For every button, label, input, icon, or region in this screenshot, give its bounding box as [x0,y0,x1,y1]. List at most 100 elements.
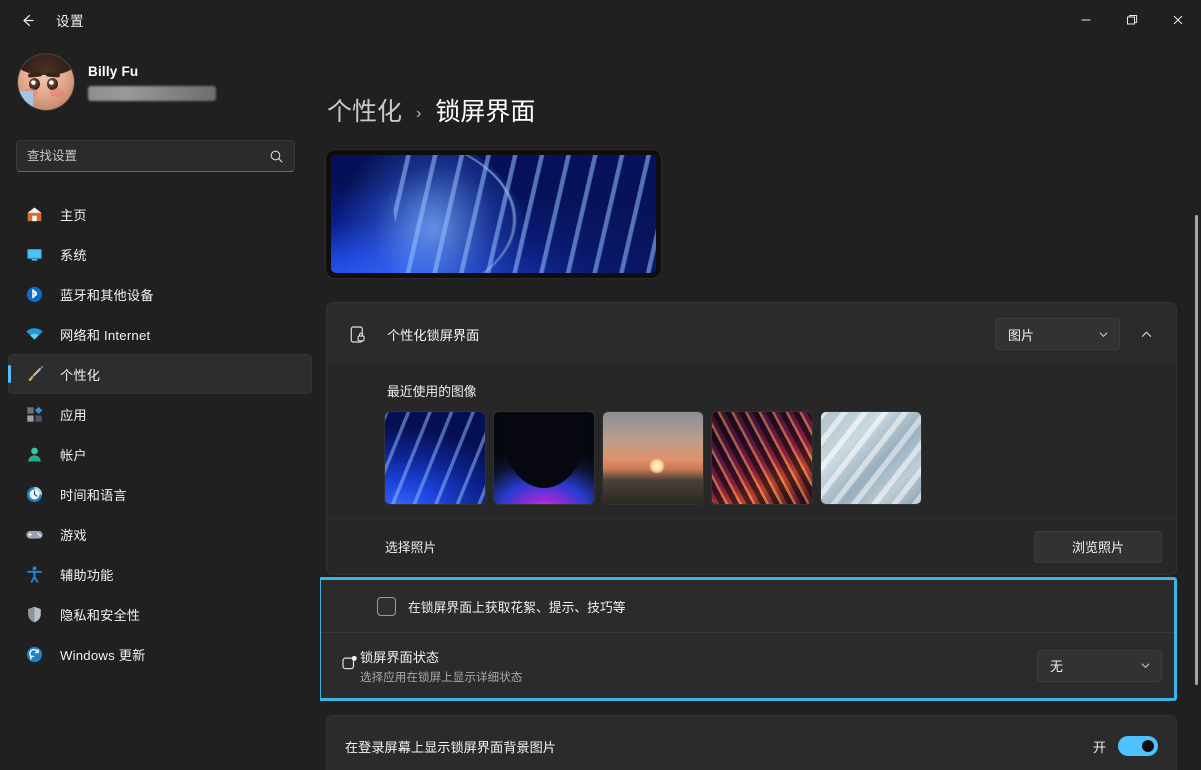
lockscreen-source-dropdown[interactable]: 图片 [995,318,1120,350]
close-icon [1173,15,1183,25]
paintbrush-icon [24,364,44,384]
window-title: 设置 [56,14,84,29]
choose-photo-row: 选择照片 浏览照片 [327,518,1176,574]
home-icon [24,204,44,224]
sunset-landscape-wallpaper[interactable] [603,412,703,504]
search-icon [269,149,284,164]
close-button[interactable] [1155,0,1201,40]
recent-images-list [327,400,1176,504]
lockscreen-status-row[interactable]: 锁屏界面状态 选择应用在锁屏上显示详细状态 无 [321,632,1174,698]
highlighted-section: 在锁屏界面上获取花絮、提示、技巧等 锁屏界面状态 选择应用在锁屏上显示详细状态 … [320,577,1177,701]
personalize-lockscreen-card: 个性化锁屏界面 图片 最近使用的图像 选择照片 浏览照片 [326,302,1177,575]
sidebar-item-label: 帐户 [60,447,87,463]
lockscreen-tips-row[interactable]: 在锁屏界面上获取花絮、提示、技巧等 [321,580,1174,632]
choose-photo-label: 选择照片 [385,540,437,555]
preview-wallpaper [331,155,656,273]
minimize-button[interactable] [1063,0,1109,40]
sidebar-item-time-language[interactable]: 时间和语言 [8,474,312,514]
lockscreen-tips-checkbox[interactable] [377,596,396,616]
lock-screen-preview [326,150,1183,278]
restore-button[interactable] [1109,0,1155,40]
sidebar-item-label: Windows 更新 [60,647,146,663]
window-controls [1063,0,1201,40]
recent-images-section: 最近使用的图像 [327,365,1176,518]
light-abstract-wallpaper[interactable] [821,412,921,504]
dark-aurora-wallpaper[interactable] [494,412,594,504]
sidebar-item-label: 个性化 [60,367,101,383]
sidebar-item-bluetooth[interactable]: 蓝牙和其他设备 [8,274,312,314]
sidebar-item-personalization[interactable]: 个性化 [8,354,312,394]
sidebar-item-apps[interactable]: 应用 [8,394,312,434]
chevron-down-icon [1140,660,1151,671]
login-screen-background-label: 在登录屏幕上显示锁屏界面背景图片 [345,739,556,755]
wifi-icon [24,324,44,344]
lockscreen-status-value: 无 [1050,659,1064,674]
restore-icon [1127,15,1138,25]
sidebar-item-windows-update[interactable]: Windows 更新 [8,634,312,674]
breadcrumb-separator-icon: › [416,105,422,122]
browse-photos-button[interactable]: 浏览照片 [1034,530,1162,563]
sidebar-nav: 主页 系统 蓝牙和其他设备 网络和 Internet 个性化 应用 帐户 时间和… [0,194,320,674]
account-icon [24,444,44,464]
sidebar-item-privacy-security[interactable]: 隐私和安全性 [8,594,312,634]
sidebar-item-accessibility[interactable]: 辅助功能 [8,554,312,594]
apps-icon [24,404,44,424]
lock-status-icon [339,653,360,679]
arrow-left-icon [22,14,34,26]
search-input[interactable] [27,149,269,163]
highlight-frame: 在锁屏界面上获取花絮、提示、技巧等 锁屏界面状态 选择应用在锁屏上显示详细状态 … [320,577,1177,701]
login-toggle-state-label: 开 [1092,739,1106,755]
avatar [18,54,74,110]
chevron-up-icon [1141,331,1151,337]
search-box[interactable] [16,140,295,172]
content-scrollbar[interactable] [1195,215,1198,685]
sidebar-item-label: 系统 [60,247,87,263]
profile-email-redacted [88,85,216,101]
breadcrumb: 个性化 › 锁屏界面 [327,40,1183,128]
sidebar-item-label: 时间和语言 [60,487,127,503]
sidebar-item-network[interactable]: 网络和 Internet [8,314,312,354]
sidebar-item-accounts[interactable]: 帐户 [8,434,312,474]
sidebar-item-label: 网络和 Internet [60,327,151,343]
update-icon [24,644,44,664]
sidebar: Billy Fu 查找设置 主页 系统 蓝牙和其他设备 网络和 Internet… [0,40,320,770]
lockscreen-status-title: 锁屏界面状态 [360,649,440,665]
accessibility-icon [24,564,44,584]
minimize-icon [1081,19,1091,21]
lock-screen-icon [345,324,369,345]
lockscreen-tips-label: 在锁屏界面上获取花絮、提示、技巧等 [408,599,626,615]
lockscreen-status-dropdown[interactable]: 无 [1037,649,1162,682]
sidebar-item-label: 主页 [60,207,87,223]
settings-window: 设置 Billy Fu 查找设置 主页 系统 蓝牙和其他设备 网络和 Inter… [0,0,1201,770]
recent-images-title: 最近使用的图像 [387,384,477,399]
sidebar-item-home[interactable]: 主页 [8,194,312,234]
personalize-lockscreen-row[interactable]: 个性化锁屏界面 图片 [327,303,1176,365]
sidebar-item-label: 游戏 [60,527,87,543]
sidebar-item-system[interactable]: 系统 [8,234,312,274]
sidebar-item-label: 蓝牙和其他设备 [60,287,154,303]
content-area: 个性化 › 锁屏界面 个性化锁屏界面 图片 最近使用的图像 选择照片 浏览照片 … [320,40,1201,770]
system-monitor-icon [24,244,44,264]
chevron-down-icon [1098,329,1109,340]
sidebar-item-gaming[interactable]: 游戏 [8,514,312,554]
blue-bloom-wallpaper[interactable] [385,412,485,504]
sidebar-item-label: 辅助功能 [60,567,114,583]
clock-icon [24,484,44,504]
page-title: 锁屏界面 [435,98,536,126]
login-screen-background-row[interactable]: 在登录屏幕上显示锁屏界面背景图片 开 [326,715,1177,770]
lockscreen-status-subtitle: 选择应用在锁屏上显示详细状态 [360,670,523,684]
expand-collapse-button[interactable] [1130,318,1162,350]
bluetooth-icon [24,284,44,304]
profile-name: Billy Fu [88,63,139,79]
user-profile[interactable]: Billy Fu [0,40,320,120]
breadcrumb-parent[interactable]: 个性化 [327,92,402,128]
sidebar-item-label: 隐私和安全性 [60,607,141,623]
shield-icon [24,604,44,624]
sidebar-item-label: 应用 [60,407,87,423]
gamepad-icon [24,524,44,544]
colorful-swirl-wallpaper[interactable] [712,412,812,504]
login-screen-background-toggle[interactable] [1118,736,1158,756]
personalize-lockscreen-title: 个性化锁屏界面 [387,327,480,343]
back-button[interactable] [10,5,44,35]
lockscreen-source-value: 图片 [1008,327,1035,343]
